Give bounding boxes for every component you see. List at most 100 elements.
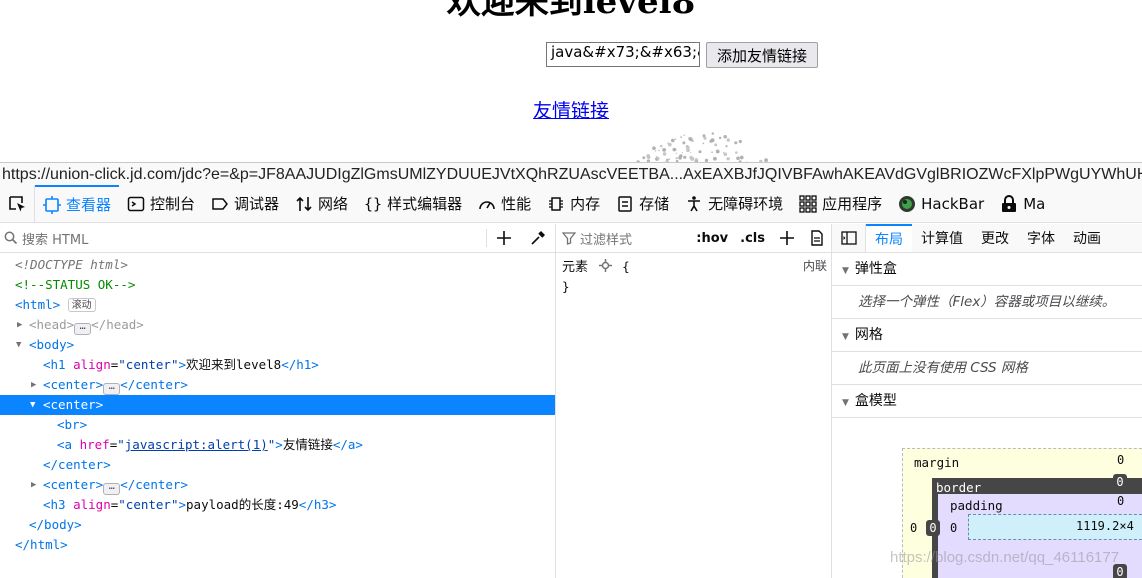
border-top-value[interactable]: 0 xyxy=(1113,474,1127,490)
attr-value: "javascript:alert(1)" xyxy=(117,437,276,452)
tab-computed[interactable]: 计算值 xyxy=(912,224,972,252)
a-tag: <a xyxy=(57,437,73,452)
scroll-badge[interactable]: 滚动 xyxy=(67,298,96,312)
web-page: 欢迎来到level8 java&#x73;&#x63;&#x 添加友情链接 友情… xyxy=(0,0,1142,162)
markup-panel: 搜索 HTML <!DOCTYPE html> <!--STATUS OK-->… xyxy=(0,224,556,578)
tab-debugger[interactable]: 调试器 xyxy=(203,185,287,222)
tool-tab-label: 性能 xyxy=(501,195,532,213)
tab-performance[interactable]: 性能 xyxy=(470,185,539,222)
tab-network[interactable]: 网络 xyxy=(287,185,356,222)
tree-row[interactable]: <!--STATUS OK--> xyxy=(0,275,555,295)
tab-memory[interactable]: 内存 xyxy=(539,185,608,222)
tab-lock[interactable]: Ma xyxy=(992,185,1053,222)
friend-link[interactable]: 友情链接 xyxy=(533,100,609,122)
collapsed-ellipsis[interactable]: … xyxy=(74,322,92,335)
sidebar-tabs: 布局 计算值 更改 字体 动画 xyxy=(832,224,1142,253)
border-bottom-value[interactable]: 0 xyxy=(1113,564,1127,578)
tree-row-selected[interactable]: ▼ <center> xyxy=(0,395,555,415)
margin-left-value[interactable]: 0 xyxy=(910,521,917,535)
collapsed-ellipsis[interactable]: … xyxy=(103,482,121,495)
expand-arrow-icon[interactable]: ▶ xyxy=(31,475,41,495)
attr-value: "center" xyxy=(118,357,179,372)
tree-row[interactable]: <br> xyxy=(0,415,555,435)
grid-hint: 此页面上没有使用 CSS 网格 xyxy=(832,352,1142,385)
tab-accessibility[interactable]: 无障碍环境 xyxy=(677,185,791,222)
rule-source: 内联 xyxy=(802,259,827,273)
tab-hackbar[interactable]: HackBar xyxy=(890,185,992,222)
collapse-arrow-icon[interactable]: ▼ xyxy=(16,335,26,355)
h1-tag: <h1 xyxy=(43,357,66,372)
tab-inspector[interactable]: 查看器 xyxy=(35,185,120,222)
collapsed-ellipsis[interactable]: … xyxy=(103,382,121,395)
tree-row[interactable]: <!DOCTYPE html> xyxy=(0,255,555,275)
border-label: border xyxy=(936,480,982,495)
tab-application[interactable]: 应用程序 xyxy=(791,185,890,222)
tool-tab-label: Ma xyxy=(1023,194,1046,213)
add-rule-icon[interactable] xyxy=(779,230,795,246)
browser-window: 欢迎来到level8 java&#x73;&#x63;&#x 添加友情链接 友情… xyxy=(0,0,1142,578)
storage-icon xyxy=(618,195,632,212)
head-close-tag: </head> xyxy=(91,317,144,332)
toggle-sidebar-button[interactable] xyxy=(832,224,866,252)
expand-arrow-icon[interactable]: ▶ xyxy=(31,375,41,395)
element-picker-button[interactable] xyxy=(0,185,35,222)
tree-row[interactable]: </body> xyxy=(0,515,555,535)
doctype-node: <!DOCTYPE html> xyxy=(15,257,128,272)
filter-styles-input[interactable]: 过滤样式 xyxy=(580,229,684,248)
link-input[interactable]: java&#x73;&#x63;&#x xyxy=(546,42,700,67)
boxmodel-section-header[interactable]: ▼ 盒模型 xyxy=(832,385,1142,418)
tree-row[interactable]: ▶ <center>… </center> xyxy=(0,475,555,495)
expand-arrow-icon[interactable]: ▶ xyxy=(17,315,27,335)
open-brace: { xyxy=(622,259,630,274)
decorative-image xyxy=(636,132,768,162)
html-tag: <html> xyxy=(15,297,61,312)
flexbox-section-header[interactable]: ▼ 弹性盒 xyxy=(832,253,1142,286)
tab-layout[interactable]: 布局 xyxy=(866,224,912,252)
grid-section-header[interactable]: ▼ 网格 xyxy=(832,319,1142,352)
tree-row[interactable]: ▼ <body> xyxy=(0,335,555,355)
text-node: payload的长度:49 xyxy=(186,497,299,512)
tab-console[interactable]: 控制台 xyxy=(119,185,203,222)
tree-row[interactable]: <html> 滚动 xyxy=(0,295,555,315)
flexbox-hint: 选择一个弹性（Flex）容器或项目以继续。 xyxy=(832,286,1142,319)
href-link[interactable]: javascript:alert(1) xyxy=(125,437,268,452)
tag-bracket: > xyxy=(275,437,283,452)
tree-row[interactable]: ▶ <head>… </head> xyxy=(0,315,555,335)
print-media-icon[interactable] xyxy=(809,230,825,246)
gear-icon[interactable] xyxy=(598,259,612,272)
add-link-button[interactable]: 添加友情链接 xyxy=(706,42,819,68)
plus-icon xyxy=(497,231,511,245)
tab-fonts[interactable]: 字体 xyxy=(1018,224,1064,252)
padding-top-value[interactable]: 0 xyxy=(1117,494,1124,508)
html-search-input[interactable]: 搜索 HTML xyxy=(22,229,486,248)
content-size[interactable]: 1119.2×4 xyxy=(1076,519,1134,533)
tab-changes[interactable]: 更改 xyxy=(972,224,1018,252)
collapse-arrow-icon[interactable]: ▼ xyxy=(30,395,40,415)
hov-toggle[interactable]: :hov xyxy=(696,231,728,246)
eyedropper-button[interactable] xyxy=(521,224,555,253)
html-close-tag: </html> xyxy=(15,537,68,552)
tree-row[interactable]: ▶ <center>… </center> xyxy=(0,375,555,395)
tree-row[interactable]: <a href="javascript:alert(1)">友情链接</a> xyxy=(0,435,555,455)
margin-top-value[interactable]: 0 xyxy=(1117,453,1124,467)
filter-icon xyxy=(562,232,576,245)
attr-name: align xyxy=(73,497,111,512)
element-rule[interactable]: 元素 { } 内联 xyxy=(556,253,831,300)
cls-toggle[interactable]: .cls xyxy=(740,231,765,246)
add-node-button[interactable] xyxy=(487,224,521,253)
tree-row[interactable]: </html> xyxy=(0,535,555,555)
application-icon xyxy=(799,194,817,213)
center-close-tag: </center> xyxy=(120,377,188,392)
tree-row[interactable]: </center> xyxy=(0,455,555,475)
element-picker-icon xyxy=(9,195,25,211)
padding-left-value[interactable]: 0 xyxy=(950,521,957,535)
tab-storage[interactable]: 存储 xyxy=(608,185,677,222)
center-close-tag: </center> xyxy=(43,457,111,472)
body-tag: <body> xyxy=(29,337,75,352)
tree-row[interactable]: <h3 align="center">payload的长度:49</h3> xyxy=(0,495,555,515)
tree-row[interactable]: <h1 align="center">欢迎来到level8</h1> xyxy=(0,355,555,375)
a-close-tag: </a> xyxy=(332,437,363,452)
tab-style-editor[interactable]: {} 样式编辑器 xyxy=(356,185,470,222)
border-left-value[interactable]: 0 xyxy=(926,520,940,536)
tab-animations[interactable]: 动画 xyxy=(1064,224,1110,252)
